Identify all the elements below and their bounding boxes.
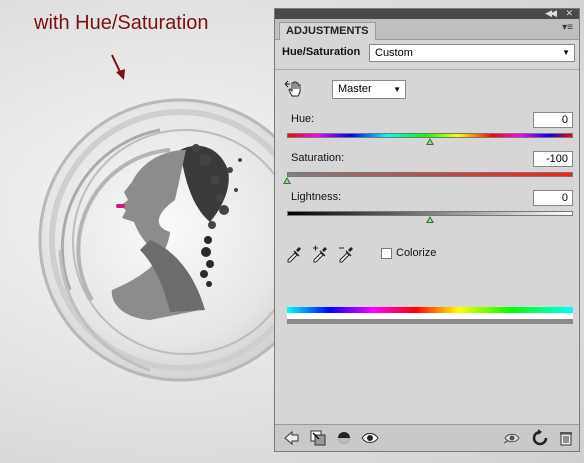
saturation-input[interactable]: -100 — [533, 151, 573, 167]
annotation-arrow — [111, 54, 125, 80]
back-arrow-icon[interactable] — [283, 429, 301, 447]
eyedropper-plus-icon[interactable] — [311, 245, 329, 263]
hue-label: Hue: — [291, 113, 315, 125]
channel-dropdown[interactable]: Master ▼ — [332, 80, 406, 99]
panel-tab-row: ADJUSTMENTS ▾≡ — [275, 19, 579, 40]
panel-menu-icon[interactable]: ▾≡ — [562, 22, 573, 33]
saturation-slider-track[interactable] — [287, 172, 573, 177]
preset-value: Custom — [375, 47, 413, 59]
lightness-input[interactable]: 0 — [533, 190, 573, 206]
eyedropper-icon[interactable] — [285, 245, 303, 263]
hue-input[interactable]: 0 — [533, 112, 573, 128]
clip-to-layer-icon[interactable] — [309, 429, 327, 447]
annotation-text: with Hue/Saturation — [34, 12, 209, 34]
collapse-icon[interactable]: ◀◀ — [545, 8, 557, 19]
mask-icon[interactable] — [335, 429, 353, 447]
saturation-label: Saturation: — [291, 152, 345, 164]
chevron-down-icon: ▼ — [562, 48, 570, 57]
divider — [275, 69, 579, 70]
targeted-adjustment-hand-icon[interactable] — [284, 80, 304, 98]
close-icon[interactable]: ✕ — [565, 8, 573, 19]
visibility-eye-icon[interactable] — [361, 429, 379, 447]
reset-icon[interactable] — [531, 429, 549, 447]
hue-slider-thumb[interactable] — [426, 138, 434, 145]
adjustments-panel: ◀◀ ✕ ADJUSTMENTS ▾≡ Hue/Saturation Custo… — [274, 8, 580, 452]
chevron-down-icon: ▼ — [393, 85, 401, 94]
lightness-label: Lightness: — [291, 191, 342, 203]
trash-icon[interactable] — [557, 429, 575, 447]
preset-dropdown[interactable]: Custom ▼ — [369, 44, 575, 62]
view-previous-icon[interactable] — [503, 429, 521, 447]
panel-title-strip: ◀◀ ✕ — [275, 8, 579, 19]
colorize-checkbox[interactable] — [381, 248, 392, 259]
channel-value: Master — [338, 83, 372, 95]
panel-bottom-toolbar — [275, 424, 579, 451]
output-color-bar — [287, 319, 573, 324]
colorize-label: Colorize — [396, 247, 437, 259]
adjustment-type-label: Hue/Saturation — [282, 46, 361, 58]
eyedropper-minus-icon[interactable] — [337, 245, 355, 263]
lightness-slider-thumb[interactable] — [426, 216, 434, 223]
tab-adjustments[interactable]: ADJUSTMENTS — [279, 22, 376, 40]
saturation-slider-thumb[interactable] — [283, 177, 291, 184]
lips — [116, 204, 125, 208]
